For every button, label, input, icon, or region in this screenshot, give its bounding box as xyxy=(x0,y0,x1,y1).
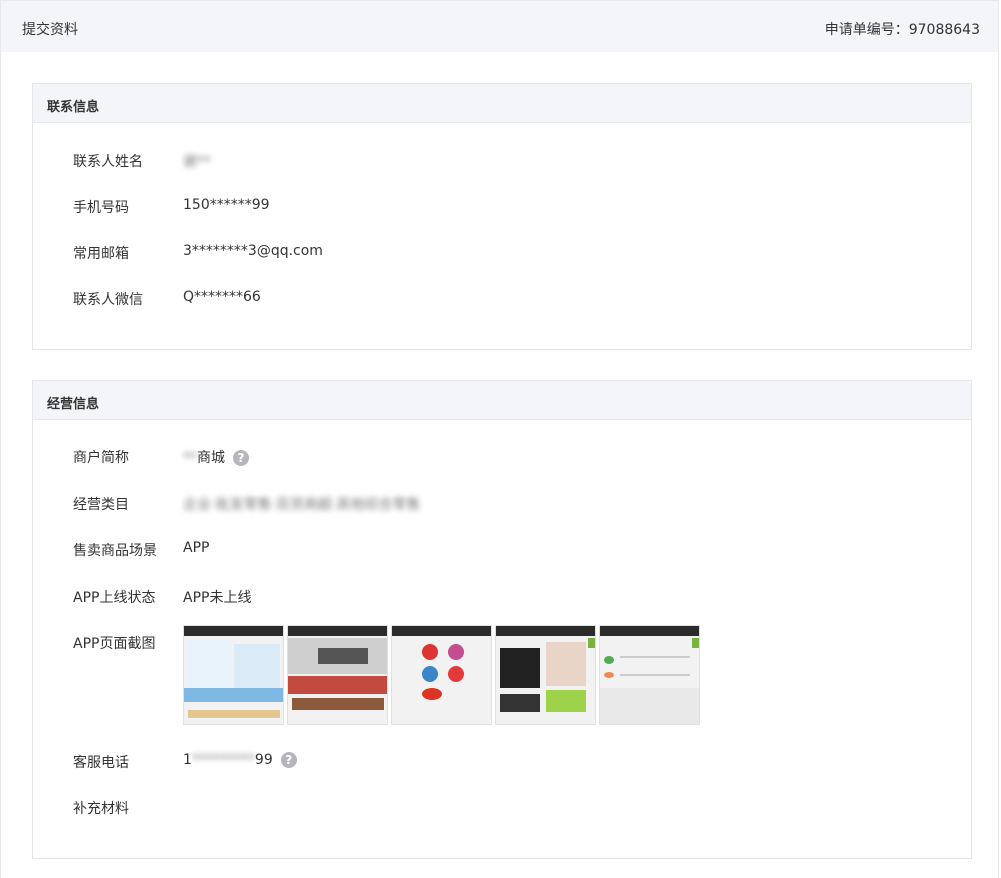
app-screenshot-thumbnail[interactable] xyxy=(391,625,492,725)
field-label: 客服电话 xyxy=(73,755,129,771)
field-email: 常用邮箱 3********3@qq.com xyxy=(33,240,971,264)
business-info-header: 经营信息 xyxy=(33,381,971,420)
contact-info-card: 联系信息 联系人姓名 谢** 手机号码 150******99 常用邮箱 3**… xyxy=(32,83,972,350)
field-mobile: 手机号码 150******99 xyxy=(33,194,971,218)
field-supplement: 补充材料 xyxy=(33,795,971,819)
question-circle-icon[interactable]: ? xyxy=(233,450,249,466)
field-value: 1*********99? xyxy=(183,752,297,768)
app-screenshot-thumbnail[interactable] xyxy=(495,625,596,725)
masked-value: 企业·批发零售·百货商超·其他综合零售 xyxy=(183,497,421,513)
question-circle-icon[interactable]: ? xyxy=(280,752,297,768)
business-info-card: 经营信息 商户简称 **商城? 经营类目 企业·批发零售·百货商超·其他综合零售… xyxy=(32,380,972,859)
field-sales-scene: 售卖商品场景 APP xyxy=(33,537,971,561)
field-value: 谢** xyxy=(183,151,211,171)
top-bar: 提交资料 申请单编号：97088643 xyxy=(0,0,999,52)
app-screenshot-thumbnail[interactable] xyxy=(599,625,700,725)
field-value: APP未上线 xyxy=(183,590,252,606)
contact-info-header: 联系信息 xyxy=(33,84,971,123)
field-label: APP上线状态 xyxy=(73,590,156,606)
field-value: APP xyxy=(183,540,210,556)
field-label: 商户简称 xyxy=(73,450,129,466)
field-label: APP页面截图 xyxy=(73,636,156,652)
masked-value: 谢** xyxy=(183,154,211,170)
field-label: 联系人姓名 xyxy=(73,154,143,170)
field-merchant-name: 商户简称 **商城? xyxy=(33,444,971,468)
field-value: 企业·批发零售·百货商超·其他综合零售 xyxy=(183,494,420,514)
app-screenshot-thumbnail[interactable] xyxy=(287,625,388,725)
field-label: 经营类目 xyxy=(73,497,129,513)
field-category: 经营类目 企业·批发零售·百货商超·其他综合零售 xyxy=(33,491,971,515)
masked-value: ** xyxy=(183,450,197,466)
field-app-status: APP上线状态 APP未上线 xyxy=(33,584,971,608)
masked-value: ********* xyxy=(191,752,255,768)
field-wechat: 联系人微信 Q*******66 xyxy=(33,286,971,310)
field-label: 联系人微信 xyxy=(73,292,143,308)
visible-value: 商城 xyxy=(197,450,225,466)
visible-value: 99 xyxy=(254,752,273,768)
contact-info-title: 联系信息 xyxy=(47,100,100,115)
field-value: 150******99 xyxy=(183,197,270,213)
field-value: 3********3@qq.com xyxy=(183,243,323,259)
field-app-screenshots: APP页面截图 xyxy=(33,625,971,730)
field-contact-name: 联系人姓名 谢** xyxy=(33,148,971,172)
field-service-phone: 客服电话 1*********99? xyxy=(33,749,971,773)
field-value: Q*******66 xyxy=(183,289,261,305)
page-title: 提交资料 xyxy=(22,22,78,38)
app-screenshot-thumbnail[interactable] xyxy=(183,625,284,725)
field-label: 手机号码 xyxy=(73,200,129,216)
field-label: 售卖商品场景 xyxy=(73,543,157,559)
application-number: 申请单编号：97088643 xyxy=(824,22,980,38)
business-info-title: 经营信息 xyxy=(47,397,100,412)
field-value: **商城? xyxy=(183,447,249,467)
field-label: 常用邮箱 xyxy=(73,246,129,262)
visible-value: 1 xyxy=(183,752,192,768)
field-label: 补充材料 xyxy=(73,801,129,817)
